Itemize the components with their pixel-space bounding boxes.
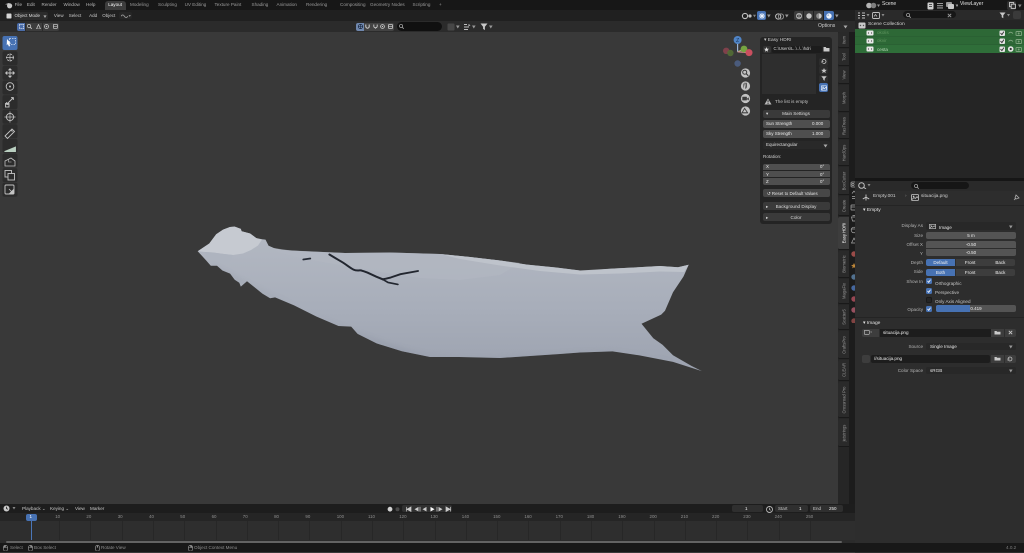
svg-text:Z: Z	[736, 38, 739, 44]
